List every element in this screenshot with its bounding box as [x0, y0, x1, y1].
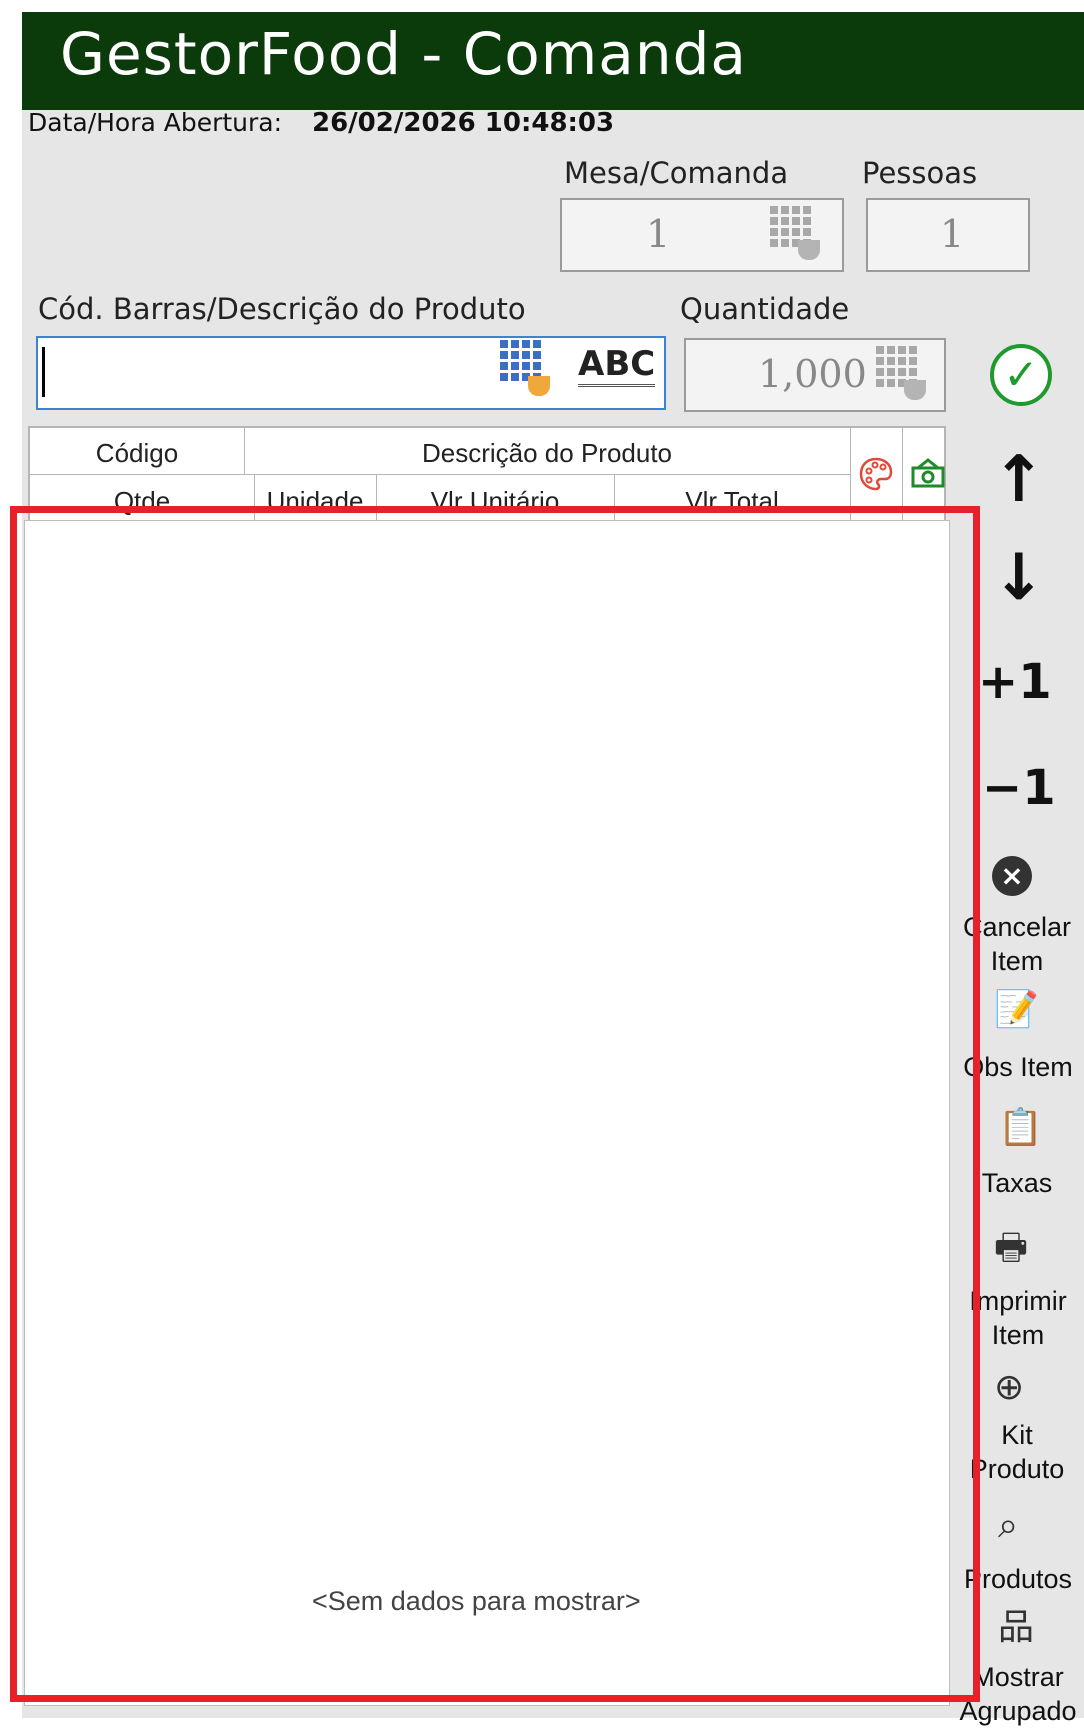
plus-one-button[interactable]: +1 — [978, 654, 1052, 710]
cancel-circle-icon[interactable]: × — [992, 856, 1032, 896]
keypad-icon[interactable] — [500, 340, 550, 396]
mesa-comanda-field[interactable]: 1 — [560, 198, 844, 272]
pessoas-value: 1 — [940, 212, 965, 256]
arrow-down-icon[interactable]: ↓ — [992, 546, 1046, 610]
open-datetime-value: 26/02/2026 10:48:03 — [312, 108, 615, 138]
quantity-value: 1,000 — [758, 352, 867, 396]
product-search-input[interactable] — [36, 336, 666, 410]
search-icon[interactable]: ⌕ — [998, 1508, 1018, 1544]
abc-keyboard-icon[interactable]: ABC — [578, 344, 656, 387]
arrow-up-icon[interactable]: ↑ — [992, 448, 1046, 512]
pessoas-field[interactable]: 1 — [866, 198, 1030, 272]
minus-one-button[interactable]: −1 — [982, 760, 1056, 816]
keypad-icon[interactable] — [876, 346, 926, 400]
pessoas-label: Pessoas — [862, 156, 978, 190]
highlight-frame — [10, 506, 980, 1702]
keypad-icon[interactable] — [770, 206, 820, 260]
text-caret — [42, 347, 45, 397]
mesa-comanda-value: 1 — [646, 212, 671, 256]
column-header-descricao[interactable]: Descrição do Produto — [244, 438, 850, 469]
printer-icon[interactable]: 🖶 — [994, 1230, 1028, 1266]
open-datetime-label: Data/Hora Abertura: — [28, 108, 283, 137]
kit-add-icon[interactable]: ⊕ — [994, 1370, 1024, 1406]
hierarchy-icon[interactable]: 品 — [998, 1610, 1034, 1646]
search-label: Cód. Barras/Descrição do Produto — [38, 292, 526, 326]
quantity-label: Quantidade — [680, 292, 850, 326]
column-header-codigo[interactable]: Código — [30, 438, 244, 469]
app-title: GestorFood - Comanda — [60, 20, 747, 88]
confirm-check-icon[interactable]: ✓ — [990, 344, 1052, 406]
mesa-comanda-label: Mesa/Comanda — [564, 156, 789, 190]
quantity-field[interactable]: 1,000 — [684, 338, 946, 412]
palette-icon[interactable] — [858, 456, 894, 492]
edit-note-icon[interactable]: 📝 — [994, 992, 1039, 1028]
cash-icon[interactable] — [910, 456, 946, 492]
clipboard-icon[interactable]: 📋 — [998, 1110, 1043, 1146]
